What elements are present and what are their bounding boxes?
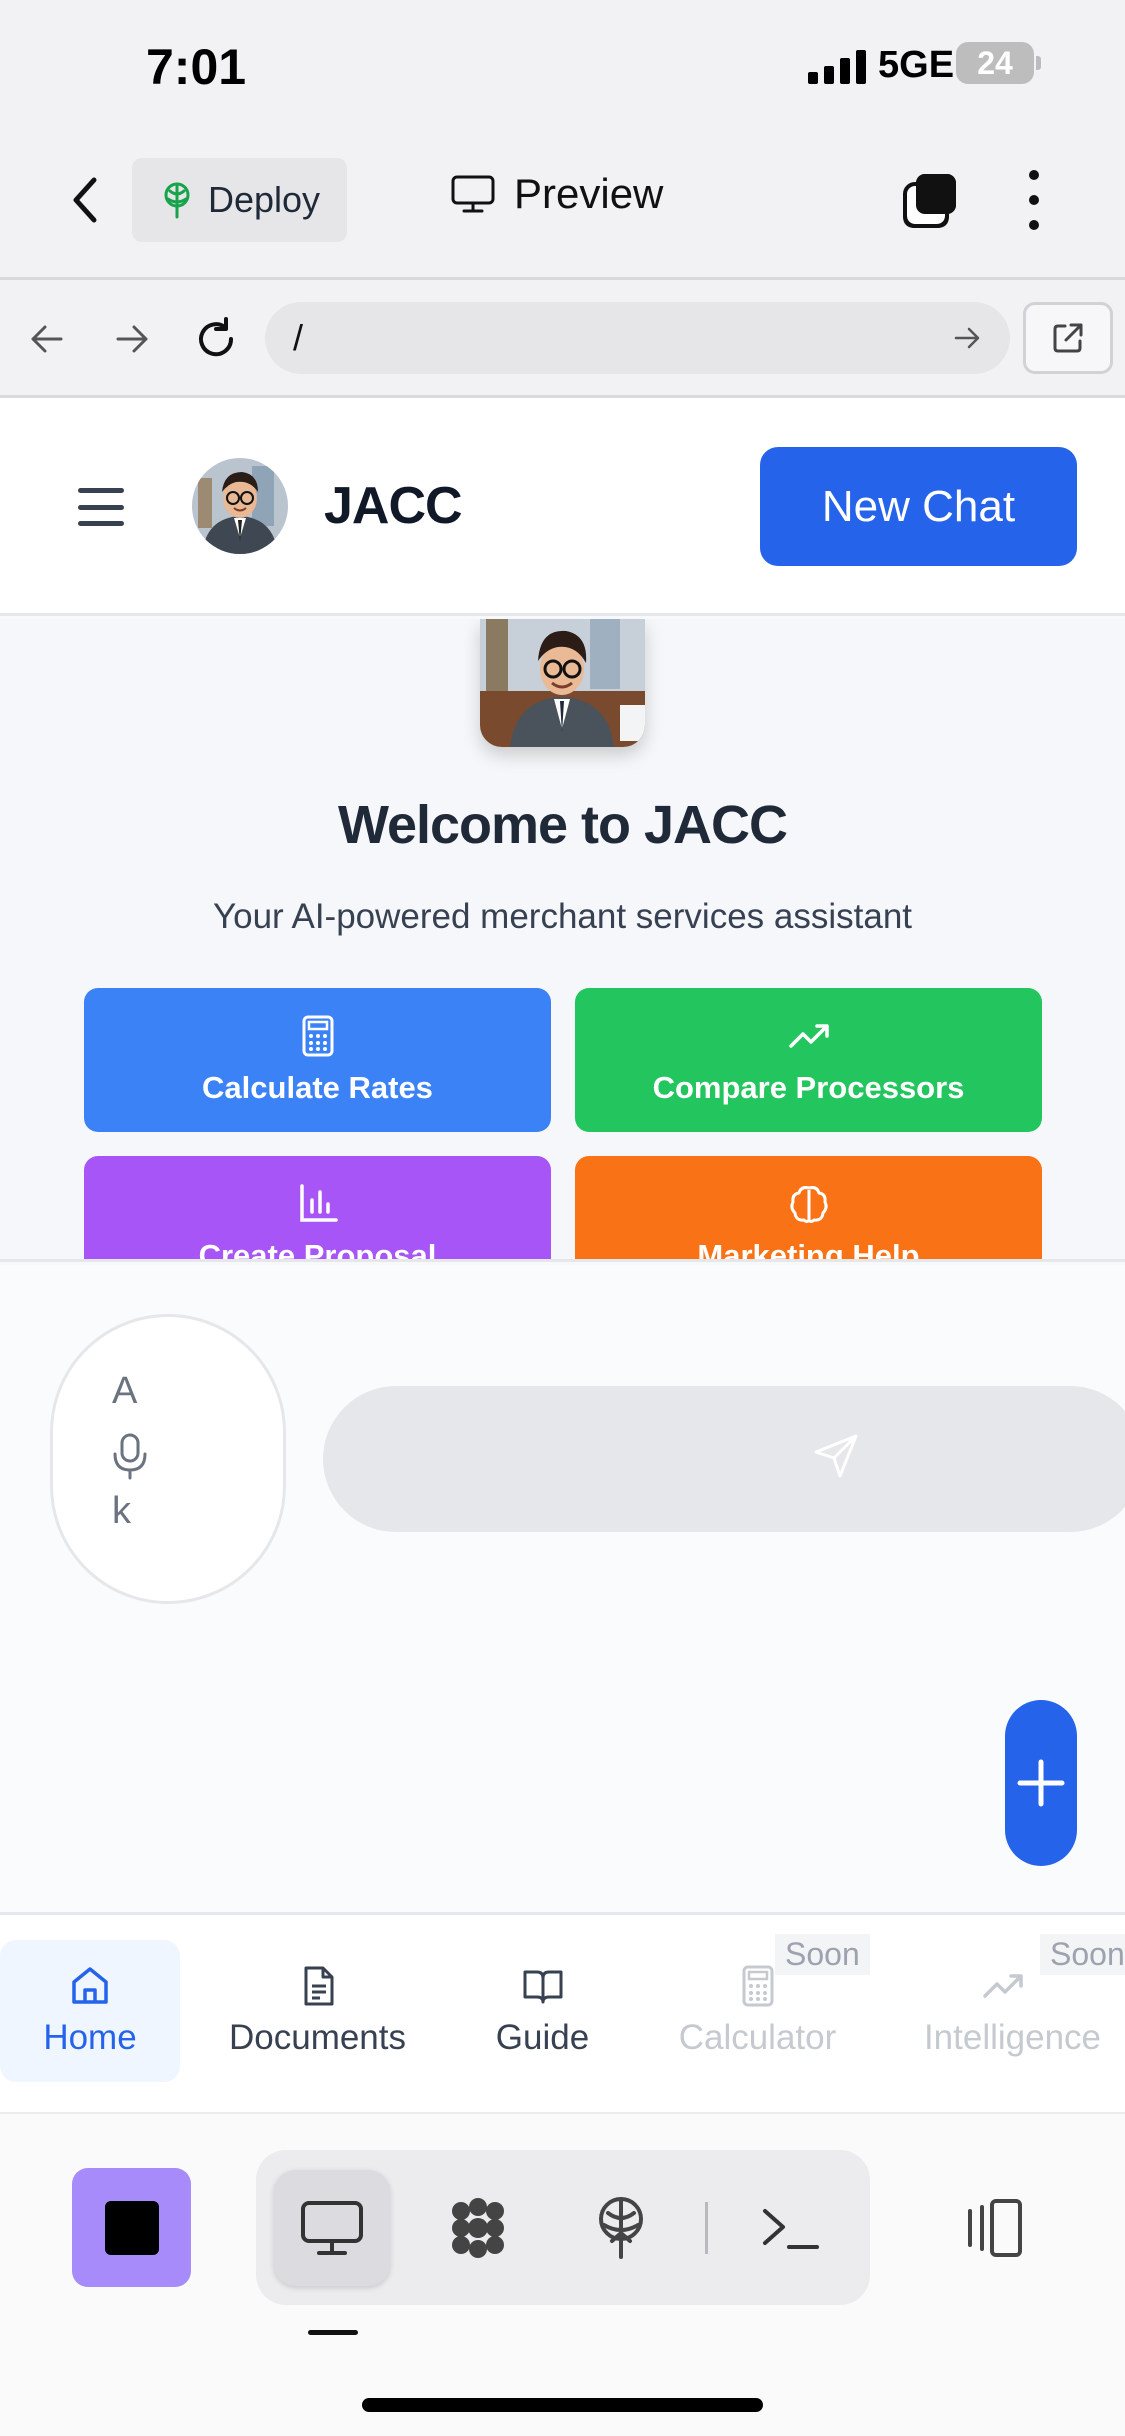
open-new-tab-button[interactable] bbox=[1023, 302, 1113, 374]
agent-icon bbox=[452, 2198, 504, 2258]
external-link-icon bbox=[1053, 323, 1083, 353]
welcome-title: Welcome to JACC bbox=[337, 795, 788, 855]
message-input[interactable] bbox=[323, 1386, 1125, 1532]
preview-tab[interactable]: Preview bbox=[450, 170, 663, 218]
trending-up-icon bbox=[788, 1024, 829, 1048]
preview-tool-button[interactable] bbox=[274, 2170, 390, 2286]
compare-processors-label: Compare Processors bbox=[652, 1070, 965, 1105]
terminal-icon bbox=[763, 2209, 819, 2249]
signal-icon bbox=[808, 50, 866, 84]
url-input[interactable]: / bbox=[265, 302, 1010, 374]
home-indicator bbox=[362, 2398, 763, 2412]
shell-tool-button[interactable] bbox=[732, 2170, 848, 2286]
refresh-icon bbox=[199, 317, 234, 357]
agent-tool-button[interactable] bbox=[420, 2170, 536, 2286]
monitor-icon bbox=[301, 2201, 363, 2255]
network-type: 5GE bbox=[878, 44, 955, 86]
new-chat-button[interactable]: New Chat bbox=[760, 447, 1077, 566]
deploy-icon bbox=[599, 2197, 643, 2259]
voice-input-button[interactable] bbox=[50, 1314, 286, 1604]
dock-divider bbox=[705, 2202, 708, 2254]
nav-home-label: Home bbox=[43, 2018, 137, 2057]
hero-avatar bbox=[480, 619, 645, 747]
more-options-button[interactable] bbox=[1022, 170, 1046, 230]
arrow-right-icon bbox=[116, 325, 148, 353]
deploy-label: Deploy bbox=[208, 179, 321, 220]
calculator-icon bbox=[302, 1015, 333, 1057]
trending-up-icon bbox=[982, 1974, 1023, 1998]
back-button[interactable] bbox=[60, 170, 110, 230]
preview-label: Preview bbox=[514, 170, 664, 217]
soon-badge: Soon bbox=[1040, 1934, 1125, 1975]
nav-intelligence-label: Intelligence bbox=[923, 2018, 1102, 2057]
calculate-rates-button[interactable]: Calculate Rates bbox=[84, 988, 551, 1132]
avatar bbox=[192, 458, 288, 554]
panel-layout-icon bbox=[968, 2199, 1022, 2257]
bar-chart-icon bbox=[299, 1184, 338, 1222]
welcome-panel: Welcome to JACC Your AI-powered merchant… bbox=[0, 619, 1125, 1262]
browser-back-button[interactable] bbox=[22, 314, 72, 364]
marketing-help-button[interactable]: Marketing Help bbox=[575, 1156, 1042, 1262]
nav-calculator-label: Calculator bbox=[678, 2018, 837, 2057]
stop-button[interactable] bbox=[72, 2168, 191, 2287]
plus-icon bbox=[1017, 1759, 1065, 1807]
marketing-help-label: Marketing Help bbox=[697, 1238, 920, 1262]
arrow-left-icon bbox=[31, 325, 63, 353]
battery-tip bbox=[1036, 56, 1041, 70]
book-icon bbox=[523, 1970, 562, 2004]
welcome-subtitle: Your AI-powered merchant services assist… bbox=[212, 897, 913, 936]
compare-processors-button[interactable]: Compare Processors bbox=[575, 988, 1042, 1132]
nav-guide-label: Guide bbox=[495, 2018, 590, 2057]
battery-icon: 24 bbox=[956, 42, 1034, 84]
app-brand: JACC bbox=[324, 477, 463, 535]
mic-text-bottom: k bbox=[112, 1490, 131, 1532]
nav-home[interactable]: Home bbox=[0, 1940, 180, 2082]
calculator-icon bbox=[742, 1965, 773, 2007]
deploy-button[interactable]: Deploy bbox=[132, 158, 347, 242]
url-text: / bbox=[293, 317, 304, 358]
create-proposal-button[interactable]: Create Proposal bbox=[84, 1156, 551, 1262]
nav-guide[interactable]: Guide bbox=[460, 1940, 625, 2082]
calculate-rates-label: Calculate Rates bbox=[202, 1070, 433, 1105]
soon-badge: Soon bbox=[775, 1934, 870, 1975]
stacked-windows-icon bbox=[903, 174, 956, 228]
stop-icon bbox=[104, 2200, 159, 2255]
active-tab-indicator bbox=[308, 2330, 358, 2335]
brain-icon bbox=[789, 1186, 828, 1223]
monitor-icon bbox=[451, 175, 495, 213]
create-proposal-label: Create Proposal bbox=[198, 1238, 437, 1262]
nav-documents[interactable]: Documents bbox=[200, 1940, 435, 2082]
mic-text-top: A bbox=[112, 1370, 138, 1412]
go-arrow-icon[interactable] bbox=[952, 323, 982, 353]
send-icon[interactable] bbox=[812, 1430, 862, 1480]
tabs-switcher-button[interactable] bbox=[900, 170, 960, 230]
status-time: 7:01 bbox=[146, 39, 247, 95]
document-icon bbox=[304, 1966, 333, 2006]
browser-forward-button[interactable] bbox=[107, 314, 157, 364]
add-button[interactable] bbox=[1005, 1700, 1077, 1866]
deploy-icon bbox=[164, 182, 190, 219]
nav-documents-label: Documents bbox=[228, 2018, 407, 2057]
menu-button[interactable] bbox=[78, 488, 124, 526]
microphone-icon bbox=[113, 1433, 147, 1480]
home-icon bbox=[72, 1967, 108, 2004]
layout-toggle-button[interactable] bbox=[935, 2170, 1051, 2286]
chevron-left-icon bbox=[73, 177, 97, 223]
reload-button[interactable] bbox=[191, 314, 241, 364]
deploy-tool-button[interactable] bbox=[563, 2170, 679, 2286]
